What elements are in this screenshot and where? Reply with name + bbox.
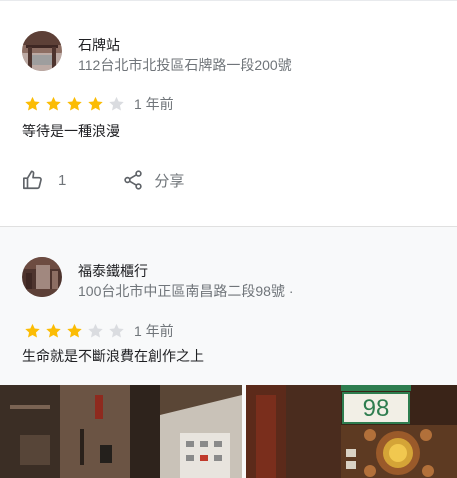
star-filled-icon [67, 96, 82, 111]
like-count: 1 [58, 171, 67, 189]
share-button[interactable]: 分享 [122, 169, 184, 191]
place-address: 100台北市中正區南昌路二段98號 · [78, 283, 294, 299]
star-empty-icon [109, 96, 124, 111]
place-name[interactable]: 石牌站 [78, 35, 120, 55]
star-filled-icon [46, 323, 61, 338]
star-filled-icon [25, 96, 40, 111]
review-card: 福泰鐵櫃行 100台北市中正區南昌路二段98號 · 1 年前 生命就是不斷浪費在… [0, 226, 457, 478]
share-label: 分享 [154, 172, 185, 190]
star-filled-icon [25, 323, 40, 338]
star-filled-icon [67, 323, 82, 338]
review-actions: 1 分享 [22, 167, 184, 193]
review-card: 石牌站 112台北市北投區石牌路一段200號 1 年前 等待是一種浪漫 1 分享 [0, 0, 457, 225]
rating-row: 1 年前 [22, 321, 174, 341]
place-avatar[interactable] [22, 31, 62, 71]
review-photo[interactable]: 98 [246, 385, 457, 478]
star-empty-icon [88, 323, 103, 338]
review-text: 生命就是不斷浪費在創作之上 [22, 348, 204, 364]
review-text: 等待是一種浪漫 [22, 123, 120, 139]
star-rating [22, 322, 127, 340]
shop-sign-number: 98 [363, 395, 390, 422]
star-rating [22, 95, 127, 113]
review-photos: 98 [0, 385, 457, 478]
star-filled-icon [46, 96, 61, 111]
star-empty-icon [109, 323, 124, 338]
rating-row: 1 年前 [22, 94, 174, 114]
like-button[interactable]: 1 [22, 169, 66, 191]
place-avatar[interactable] [22, 257, 62, 297]
review-time: 1 年前 [134, 323, 174, 339]
share-icon [124, 170, 143, 190]
thumb-up-icon [23, 170, 42, 190]
star-filled-icon [88, 96, 103, 111]
place-name[interactable]: 福泰鐵櫃行 [78, 261, 148, 281]
review-photo[interactable] [0, 385, 242, 478]
review-time: 1 年前 [134, 96, 174, 112]
place-address: 112台北市北投區石牌路一段200號 [78, 57, 292, 73]
